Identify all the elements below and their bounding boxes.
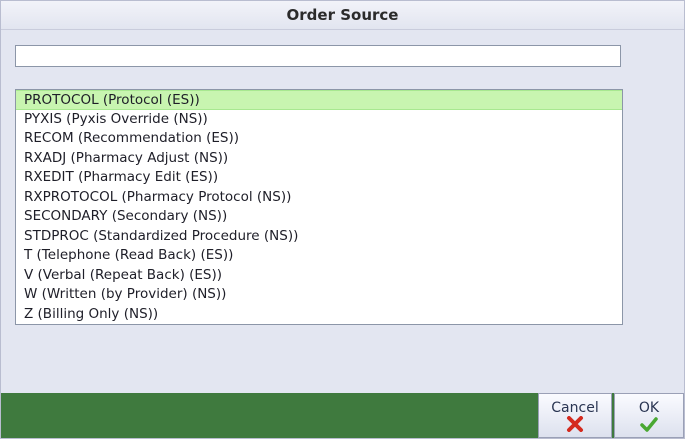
list-item[interactable]: RXPROTOCOL (Pharmacy Protocol (NS)) — [16, 188, 622, 208]
cancel-button-label: Cancel — [551, 400, 599, 416]
ok-button-label: OK — [638, 400, 660, 416]
green-check-icon — [640, 417, 658, 432]
list-item[interactable]: Z (Billing Only (NS)) — [16, 305, 622, 325]
dialog-title: Order Source — [286, 6, 399, 24]
list-item[interactable]: W (Written (by Provider) (NS)) — [16, 285, 622, 305]
list-item[interactable]: RXEDIT (Pharmacy Edit (ES)) — [16, 168, 622, 188]
list-item[interactable]: SECONDARY (Secondary (NS)) — [16, 207, 622, 227]
list-item[interactable]: V (Verbal (Repeat Back) (ES)) — [16, 266, 622, 286]
ok-button[interactable]: OK — [614, 393, 684, 438]
order-source-dialog: Order Source PROTOCOL (Protocol (ES)) PYX… — [0, 0, 685, 439]
list-item[interactable]: T (Telephone (Read Back) (ES)) — [16, 246, 622, 266]
red-x-icon — [567, 416, 583, 432]
list-item[interactable]: RECOM (Recommendation (ES)) — [16, 129, 622, 149]
dialog-titlebar: Order Source — [1, 1, 684, 30]
order-source-list[interactable]: PROTOCOL (Protocol (ES)) PYXIS (Pyxis Ove… — [15, 89, 623, 325]
list-item[interactable]: RXADJ (Pharmacy Adjust (NS)) — [16, 149, 622, 169]
list-item[interactable]: PYXIS (Pyxis Override (NS)) — [16, 110, 622, 130]
list-item[interactable]: PROTOCOL (Protocol (ES)) — [16, 90, 622, 110]
cancel-button[interactable]: Cancel — [538, 393, 612, 438]
search-input[interactable] — [15, 45, 621, 67]
list-item[interactable]: STDPROC (Standardized Procedure (NS)) — [16, 227, 622, 247]
